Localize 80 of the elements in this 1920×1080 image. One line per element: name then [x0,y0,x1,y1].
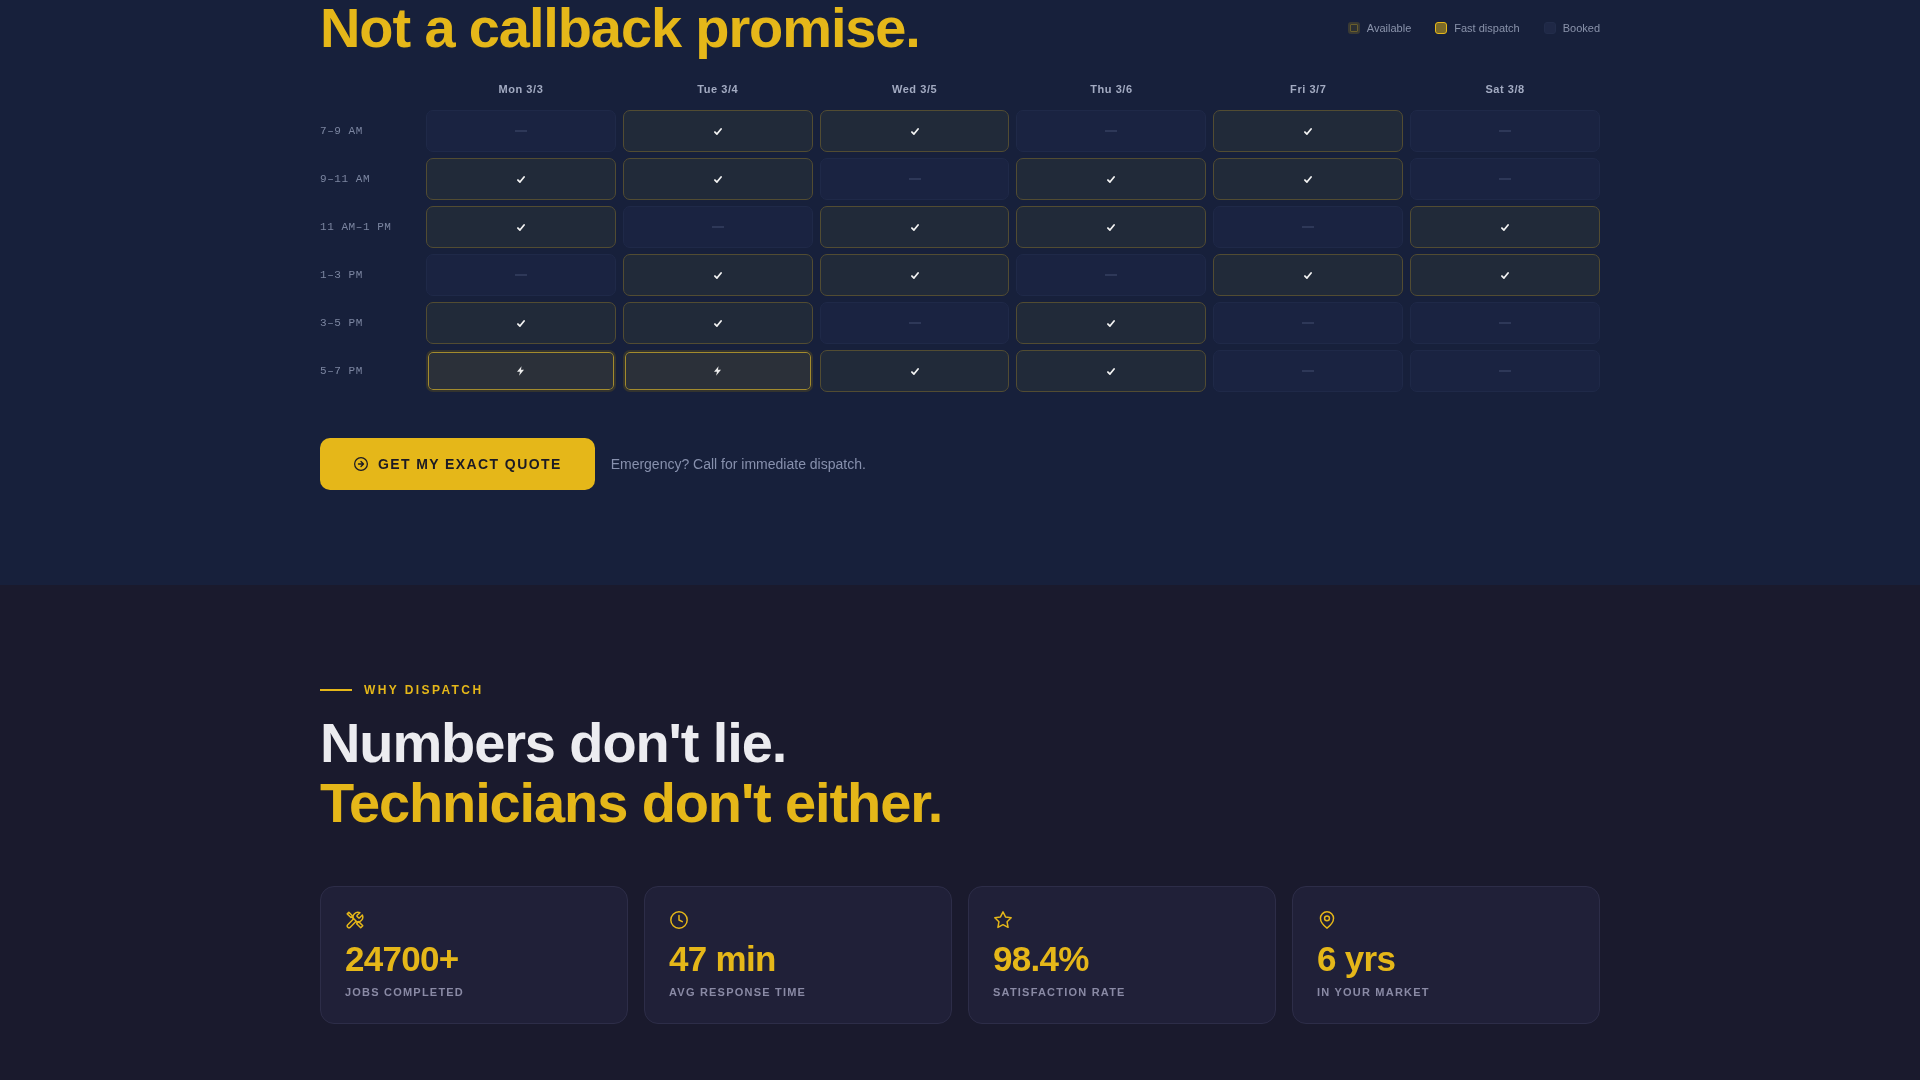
time-slot[interactable] [1410,206,1600,248]
emergency-note: Emergency? Call for immediate dispatch. [610,456,866,472]
time-slot[interactable] [426,302,616,344]
day-header: Fri 3/7 [1289,82,1328,96]
check-icon [516,319,525,327]
arrow-circle-icon [354,457,368,471]
time-label: 1–3 PM [320,269,364,281]
check-icon [713,127,722,135]
check-icon [713,271,722,279]
check-icon [910,367,919,375]
time-slot[interactable] [622,302,813,344]
day-header: Thu 3/6 [1089,82,1134,96]
time-slot[interactable] [426,206,616,248]
day-header: Tue 3/4 [696,82,740,96]
check-icon [910,271,919,279]
time-slot[interactable] [1016,350,1207,392]
check-icon [1304,127,1313,135]
time-slot[interactable] [1213,158,1404,200]
time-slot[interactable] [426,158,616,200]
star-icon [993,911,1013,929]
stat-label: IN YOUR MARKET [1317,985,1430,999]
stat-value: 47 min [669,941,776,977]
check-icon [516,175,525,183]
heading-line: Numbers don't lie. [320,713,787,773]
stat-value: 98.4% [993,941,1089,977]
time-slot[interactable] [622,254,813,296]
check-icon [1501,223,1510,231]
time-slot[interactable] [622,350,813,392]
eyebrow-line [320,689,352,691]
stat-label: AVG RESPONSE TIME [669,985,807,999]
check-icon [1107,319,1116,327]
swatch-icon [1347,22,1360,34]
check-icon [1304,175,1313,183]
check-icon [1304,271,1313,279]
stat-label: JOBS COMPLETED [345,985,464,999]
check-icon [1107,367,1116,375]
check-icon [1501,271,1510,279]
map-pin-icon [1317,911,1337,929]
time-slot[interactable] [1213,254,1404,296]
day-header: Wed 3/5 [890,82,939,96]
heading-line: Technicians don't either. [320,773,943,833]
legend-label: Available [1366,21,1412,35]
time-slot[interactable] [819,254,1010,296]
time-slot[interactable] [1410,254,1600,296]
check-icon [910,223,919,231]
time-slot[interactable] [1213,110,1404,152]
time-label: 9–11 AM [320,173,372,185]
legend-label: Fast dispatch [1454,21,1520,35]
stat-value: 24700+ [345,941,459,977]
time-slot[interactable] [622,110,813,152]
stat-value: 6 yrs [1317,941,1396,977]
quote-button[interactable]: GET MY EXACT QUOTE [320,438,595,490]
day-header: Sat 3/8 [1484,82,1526,96]
check-icon [910,127,919,135]
time-slot[interactable] [426,350,616,392]
time-slot[interactable] [622,158,813,200]
legend-label: Booked [1562,21,1600,35]
tools-icon [345,911,365,929]
time-slot[interactable] [1016,206,1207,248]
check-icon [713,319,722,327]
time-label: 11 AM–1 PM [320,221,393,233]
time-label: 3–5 PM [320,317,364,329]
lightning-icon [517,366,525,376]
time-slot[interactable] [819,206,1010,248]
swatch-icon [1435,22,1448,34]
clock-icon [669,911,689,929]
time-label: 5–7 PM [320,365,364,377]
check-icon [1107,223,1116,231]
check-icon [1107,175,1116,183]
time-label: 7–9 AM [320,125,364,137]
time-slot[interactable] [1016,302,1207,344]
lightning-icon [714,366,722,376]
stat-label: SATISFACTION RATE [993,985,1126,999]
day-header: Mon 3/3 [497,82,545,96]
check-icon [713,175,722,183]
time-slot[interactable] [1016,158,1207,200]
check-icon [516,223,525,231]
time-slot[interactable] [819,110,1010,152]
time-slot[interactable] [819,350,1010,392]
section-eyebrow: WHY DISPATCH [364,683,484,697]
